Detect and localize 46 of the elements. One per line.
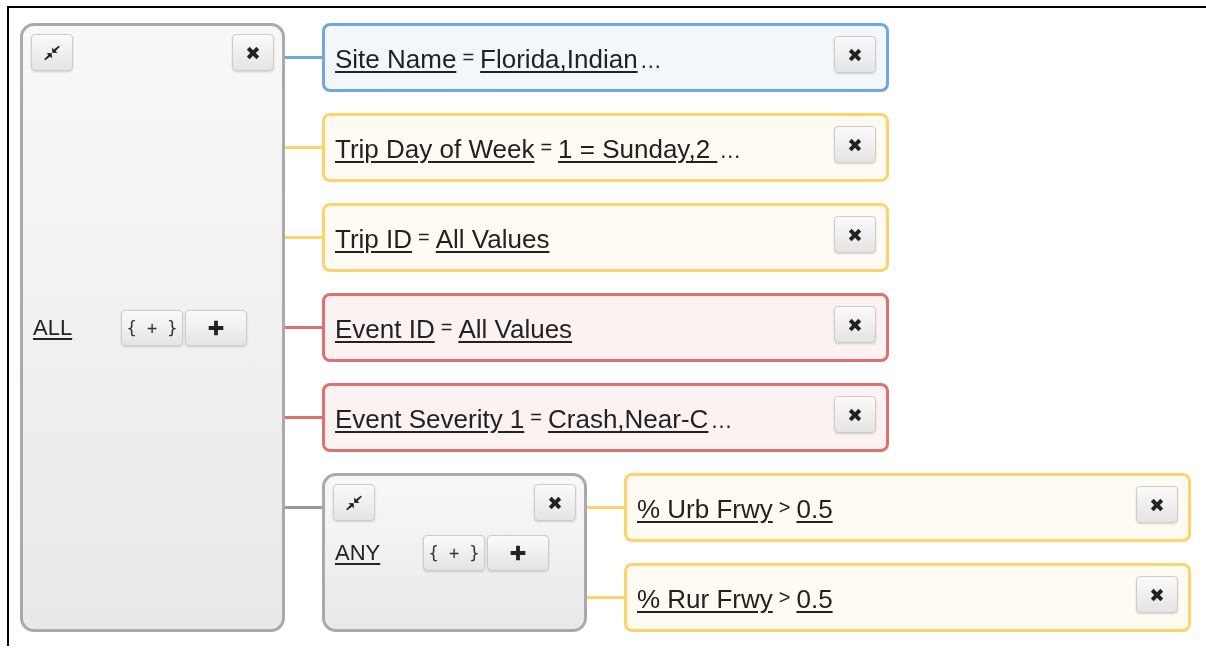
- add-condition-button[interactable]: [185, 309, 247, 346]
- combinator-link[interactable]: ALL: [33, 314, 121, 341]
- remove-button[interactable]: [232, 34, 274, 71]
- operator-sign: =: [418, 226, 430, 248]
- operator-sign: >: [778, 496, 791, 518]
- collapse-button[interactable]: [31, 34, 73, 71]
- compress-icon: [43, 43, 61, 62]
- value-link[interactable]: All Values: [458, 314, 573, 344]
- value-link[interactable]: 0.5: [796, 494, 833, 524]
- field-link[interactable]: % Urb Frwy: [637, 494, 773, 524]
- field-link[interactable]: Trip Day of Week: [335, 134, 535, 164]
- value-link[interactable]: Florida,Indian: [480, 44, 638, 74]
- value-link[interactable]: 0.5: [796, 584, 833, 614]
- ellipsis-text: …: [710, 408, 733, 433]
- compress-icon: [345, 493, 363, 512]
- field-link[interactable]: Site Name: [335, 44, 457, 74]
- value-link[interactable]: Crash,Near-C: [548, 404, 709, 434]
- field-link[interactable]: % Rur Frwy: [637, 584, 773, 614]
- ellipsis-text: …: [719, 138, 742, 163]
- collapse-button[interactable]: [333, 484, 375, 521]
- remove-button[interactable]: [834, 216, 876, 253]
- add-group-button[interactable]: { + }: [423, 534, 485, 571]
- add-group-button[interactable]: { + }: [121, 309, 183, 346]
- connector-line: [285, 506, 322, 509]
- value-link[interactable]: 1 = Sunday,2: [558, 134, 718, 164]
- remove-button[interactable]: [834, 306, 876, 343]
- operator-sign: =: [462, 46, 475, 68]
- operator-sign: =: [540, 136, 553, 158]
- remove-button[interactable]: [834, 126, 876, 163]
- remove-button[interactable]: [1136, 576, 1178, 613]
- field-link[interactable]: Event ID: [335, 314, 435, 344]
- remove-button[interactable]: [1136, 486, 1178, 523]
- remove-button[interactable]: [834, 396, 876, 433]
- remove-button[interactable]: [834, 36, 876, 73]
- operator-sign: =: [530, 406, 542, 428]
- remove-button[interactable]: [534, 484, 576, 521]
- ellipsis-text: …: [639, 48, 662, 73]
- field-link[interactable]: Trip ID: [335, 224, 413, 254]
- operator-sign: >: [778, 586, 791, 608]
- combinator-link[interactable]: ANY: [335, 539, 423, 566]
- add-condition-button[interactable]: [487, 534, 549, 571]
- field-link[interactable]: Event Severity 1: [335, 404, 525, 434]
- value-link[interactable]: All Values: [435, 224, 550, 254]
- plus-icon: [207, 318, 225, 337]
- plus-icon: [509, 543, 527, 562]
- operator-sign: =: [440, 316, 453, 338]
